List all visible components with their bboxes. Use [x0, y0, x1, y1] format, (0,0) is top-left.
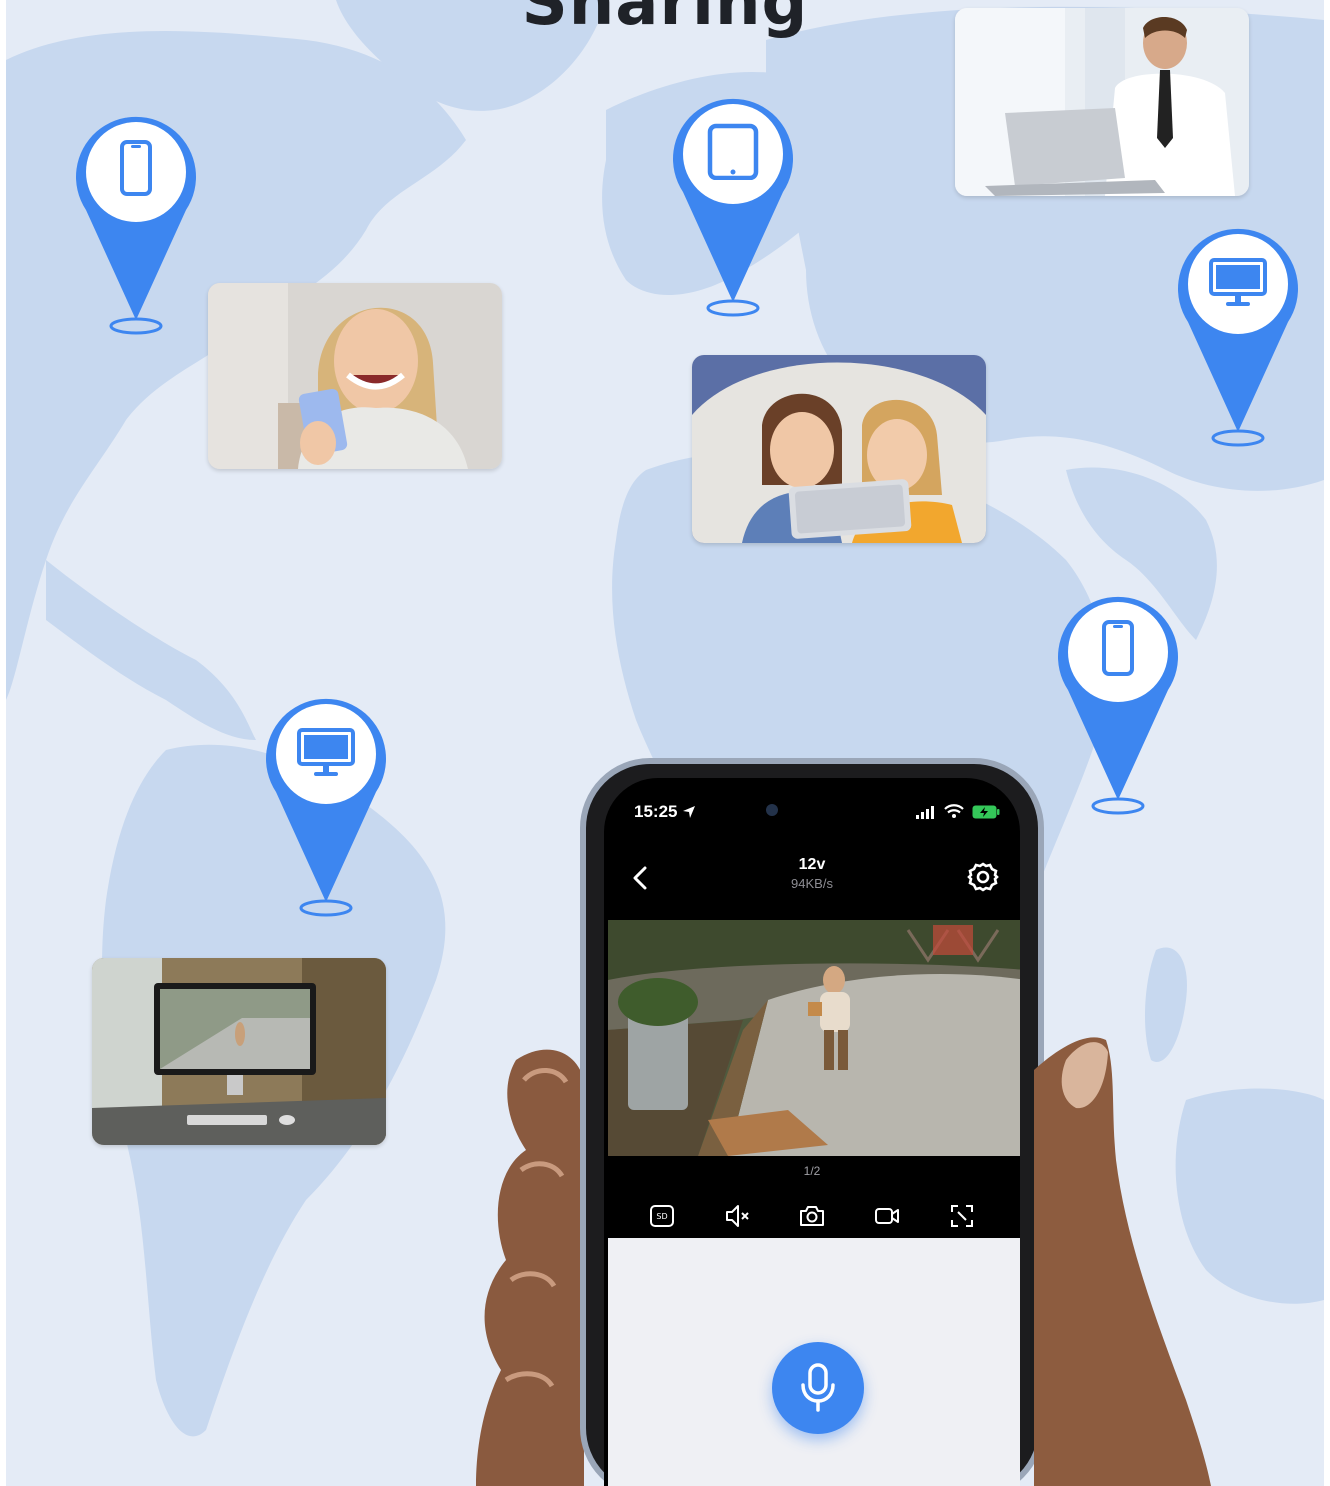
smartphone-device: 15:25 12v 94KB/s 1/2 SD [580, 758, 1044, 1486]
promo-canvas: Sharing 15:25 12v 94KB/s 1/2 SD [6, 0, 1324, 1486]
svg-text:SD: SD [656, 1212, 667, 1221]
live-camera-view[interactable] [608, 920, 1020, 1156]
fullscreen-icon [951, 1205, 973, 1227]
battery-charging-icon [972, 805, 1000, 818]
camera-controls: SD [644, 1194, 980, 1238]
sd-card-icon: SD [650, 1205, 674, 1227]
sd-card-button[interactable]: SD [644, 1198, 680, 1234]
wifi-icon [944, 804, 964, 818]
camera-name: 12v [798, 856, 826, 873]
talk-panel [608, 1238, 1020, 1486]
page-indicator: 1/2 [803, 1164, 821, 1178]
status-bar: 15:25 [604, 802, 1020, 826]
fullscreen-button[interactable] [944, 1198, 980, 1234]
location-arrow-icon [683, 806, 695, 818]
mute-icon [726, 1205, 749, 1227]
camera-header: 12v 94KB/s [604, 856, 1020, 904]
record-video-button[interactable] [869, 1198, 905, 1234]
microphone-icon [801, 1363, 835, 1412]
camera-app-screen: 15:25 12v 94KB/s 1/2 SD [604, 778, 1020, 1486]
talk-microphone-button[interactable] [772, 1342, 864, 1434]
cellular-signal-icon [916, 805, 934, 819]
data-rate: 94KB/s [791, 876, 833, 891]
snapshot-button[interactable] [794, 1198, 830, 1234]
record-video-icon [875, 1208, 899, 1224]
settings-gear-button[interactable] [966, 860, 1000, 894]
camera-icon [800, 1206, 824, 1226]
mute-button[interactable] [719, 1198, 755, 1234]
status-time: 15:25 [634, 802, 678, 821]
